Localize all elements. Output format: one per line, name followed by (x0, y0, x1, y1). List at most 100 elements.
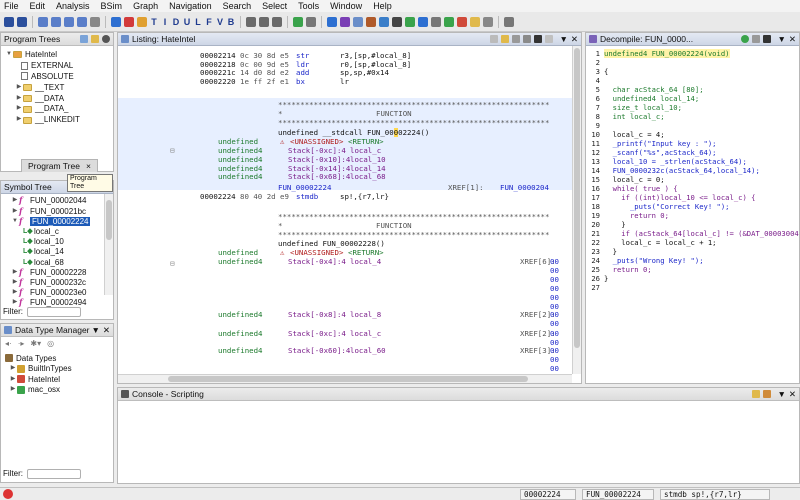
expand-icon[interactable]: ▼ (11, 217, 19, 226)
collapse-icon[interactable]: ▶ (11, 288, 19, 297)
edit-icon[interactable] (545, 35, 554, 43)
toolbar-b-button[interactable]: B (227, 17, 235, 27)
c2-icon[interactable] (379, 16, 389, 27)
program-tree-item[interactable]: EXTERNAL (5, 61, 80, 70)
program-tree-item[interactable]: ▶ __LINKEDIT (5, 115, 80, 124)
nav-c-icon[interactable] (272, 16, 282, 27)
paste-icon[interactable] (501, 35, 510, 43)
console-close-icon[interactable]: ✕ (789, 389, 796, 400)
up-icon[interactable] (293, 16, 303, 27)
c6-icon[interactable] (431, 16, 441, 27)
c1-icon[interactable] (366, 16, 376, 27)
symbol-tree-scrollbar[interactable] (104, 194, 113, 295)
symbol-tree-item[interactable]: ▶ f FUN_0000232c (5, 277, 90, 288)
menu-tools[interactable]: Tools (298, 0, 319, 12)
toolbar-d-button[interactable]: D (172, 17, 180, 27)
collapse-icon[interactable]: ▶ (9, 364, 17, 373)
menu-graph[interactable]: Graph (133, 0, 158, 12)
toolbar-t-button[interactable]: T (150, 17, 158, 27)
dtm-filter-input[interactable] (27, 468, 81, 479)
menu-analysis[interactable]: Analysis (56, 0, 90, 12)
symbol-tree-item[interactable]: ▶ f FUN_000023e0 (5, 287, 90, 298)
symbol-tree-item[interactable]: ▼ f FUN_00002224 (5, 216, 91, 227)
listing-menu-icon[interactable]: ▼ (559, 34, 567, 44)
dtm-menu-icon[interactable]: ▼ (91, 325, 99, 335)
toolbar-u-button[interactable]: U (183, 17, 191, 27)
fold-toggle-icon[interactable]: ⊟ (170, 259, 174, 268)
undo2-icon[interactable] (306, 16, 316, 27)
c7-icon[interactable] (444, 16, 454, 27)
bookmark-icon[interactable] (137, 16, 147, 27)
menu-window[interactable]: Window (330, 0, 362, 12)
close-tab-icon[interactable]: × (86, 161, 91, 171)
nav-b-icon[interactable] (259, 16, 269, 27)
program-tree-item[interactable]: ▶ __DATA_ (5, 104, 80, 113)
collapse-icon[interactable]: ▶ (15, 83, 23, 92)
program-tree-tab[interactable]: Program Tree × (21, 159, 98, 172)
symbol-tree-item[interactable]: ▶ f FUN_00002044 (5, 195, 90, 206)
dtm-item[interactable]: Data Types (5, 353, 72, 364)
dtm-item[interactable]: ▶ HateIntel (5, 374, 72, 385)
c8-icon[interactable] (457, 16, 467, 27)
down-arrow-icon[interactable] (111, 16, 121, 27)
c11-icon[interactable] (504, 16, 514, 27)
copy-icon[interactable] (490, 35, 499, 43)
c10-icon[interactable] (483, 16, 493, 27)
folder-view-icon[interactable] (91, 35, 99, 43)
c4-icon[interactable] (405, 16, 415, 27)
fold-toggle-icon[interactable]: ⊟ (170, 146, 174, 155)
toolbar-l-button[interactable]: L (194, 17, 202, 27)
collapse-icon[interactable]: ▶ (15, 104, 23, 113)
dtm-close-icon[interactable]: ✕ (103, 325, 110, 336)
symbol-tree-item[interactable]: L◆ local_c (5, 227, 90, 237)
program-tree-item[interactable]: ABSOLUTE (5, 72, 80, 81)
symbol-tree-item[interactable]: ▶ f FUN_00002228 (5, 267, 90, 277)
listing-hscrollbar[interactable] (118, 374, 572, 383)
redo-icon[interactable] (77, 16, 87, 27)
toolbar-v-button[interactable]: V (216, 17, 224, 27)
cut-icon[interactable] (90, 16, 100, 27)
check-icon[interactable] (340, 16, 350, 27)
c9-icon[interactable] (470, 16, 480, 27)
tools-icon[interactable] (523, 35, 532, 43)
collapse-icon[interactable]: ▶ (15, 94, 23, 103)
undo-icon[interactable] (64, 16, 74, 27)
program-tree-root[interactable]: ▼ HateIntel (5, 50, 80, 59)
program-tree-item[interactable]: ▶ __DATA (5, 94, 80, 103)
dtm-settings-icon[interactable]: ◎ (47, 339, 54, 349)
menu-navigation[interactable]: Navigation (169, 0, 212, 12)
nav-a-icon[interactable] (246, 16, 256, 27)
collapse-icon[interactable]: ▶ (9, 385, 17, 394)
menu-edit[interactable]: Edit (30, 0, 46, 12)
listing-body[interactable]: 00002214 0c 30 8d e5 str r3,[sp,#local_8] 00… (118, 46, 572, 374)
collapse-icon[interactable]: ▶ (11, 268, 19, 277)
forward-icon[interactable] (17, 16, 27, 27)
clear-console-icon[interactable] (752, 390, 761, 398)
menu-bsim[interactable]: BSim (101, 0, 123, 12)
menu-select[interactable]: Select (262, 0, 287, 12)
expand-icon[interactable]: ▶ (11, 207, 19, 216)
toolbar-i-button[interactable]: I (161, 17, 169, 27)
program-tree-item[interactable]: ▶ __TEXT (5, 83, 80, 92)
symbol-tree-item[interactable]: L◆ local_68 (5, 257, 90, 267)
console-menu-icon[interactable]: ▼ (777, 389, 785, 399)
menu-search[interactable]: Search (223, 0, 252, 12)
collapse-icon[interactable]: ▶ (15, 115, 23, 124)
c5-icon[interactable] (418, 16, 428, 27)
symbol-tree-item[interactable]: L◆ local_14 (5, 247, 90, 257)
dtm-item[interactable]: ▶ mac_osx (5, 385, 72, 396)
decompile-body[interactable]: 1 undefined4 FUN_00002224(void) 2 3{4 5 char… (586, 46, 799, 383)
error-icon[interactable] (3, 489, 13, 499)
dtm-options-icon[interactable]: ✱▾ (30, 339, 41, 349)
collapse-icon[interactable]: ▶ (9, 375, 17, 384)
close-panel-icon[interactable] (102, 35, 110, 43)
save-icon[interactable] (51, 16, 61, 27)
back-icon[interactable]: ◂· (5, 339, 12, 349)
decompile-menu-icon[interactable]: ▼ (777, 34, 785, 44)
camera-icon[interactable] (763, 35, 772, 43)
export-icon[interactable] (752, 35, 761, 43)
listing-vscrollbar[interactable] (572, 46, 581, 374)
listing-close-icon[interactable]: ✕ (571, 34, 578, 45)
collapse-icon[interactable]: ▶ (11, 278, 19, 287)
open-icon[interactable] (38, 16, 48, 27)
